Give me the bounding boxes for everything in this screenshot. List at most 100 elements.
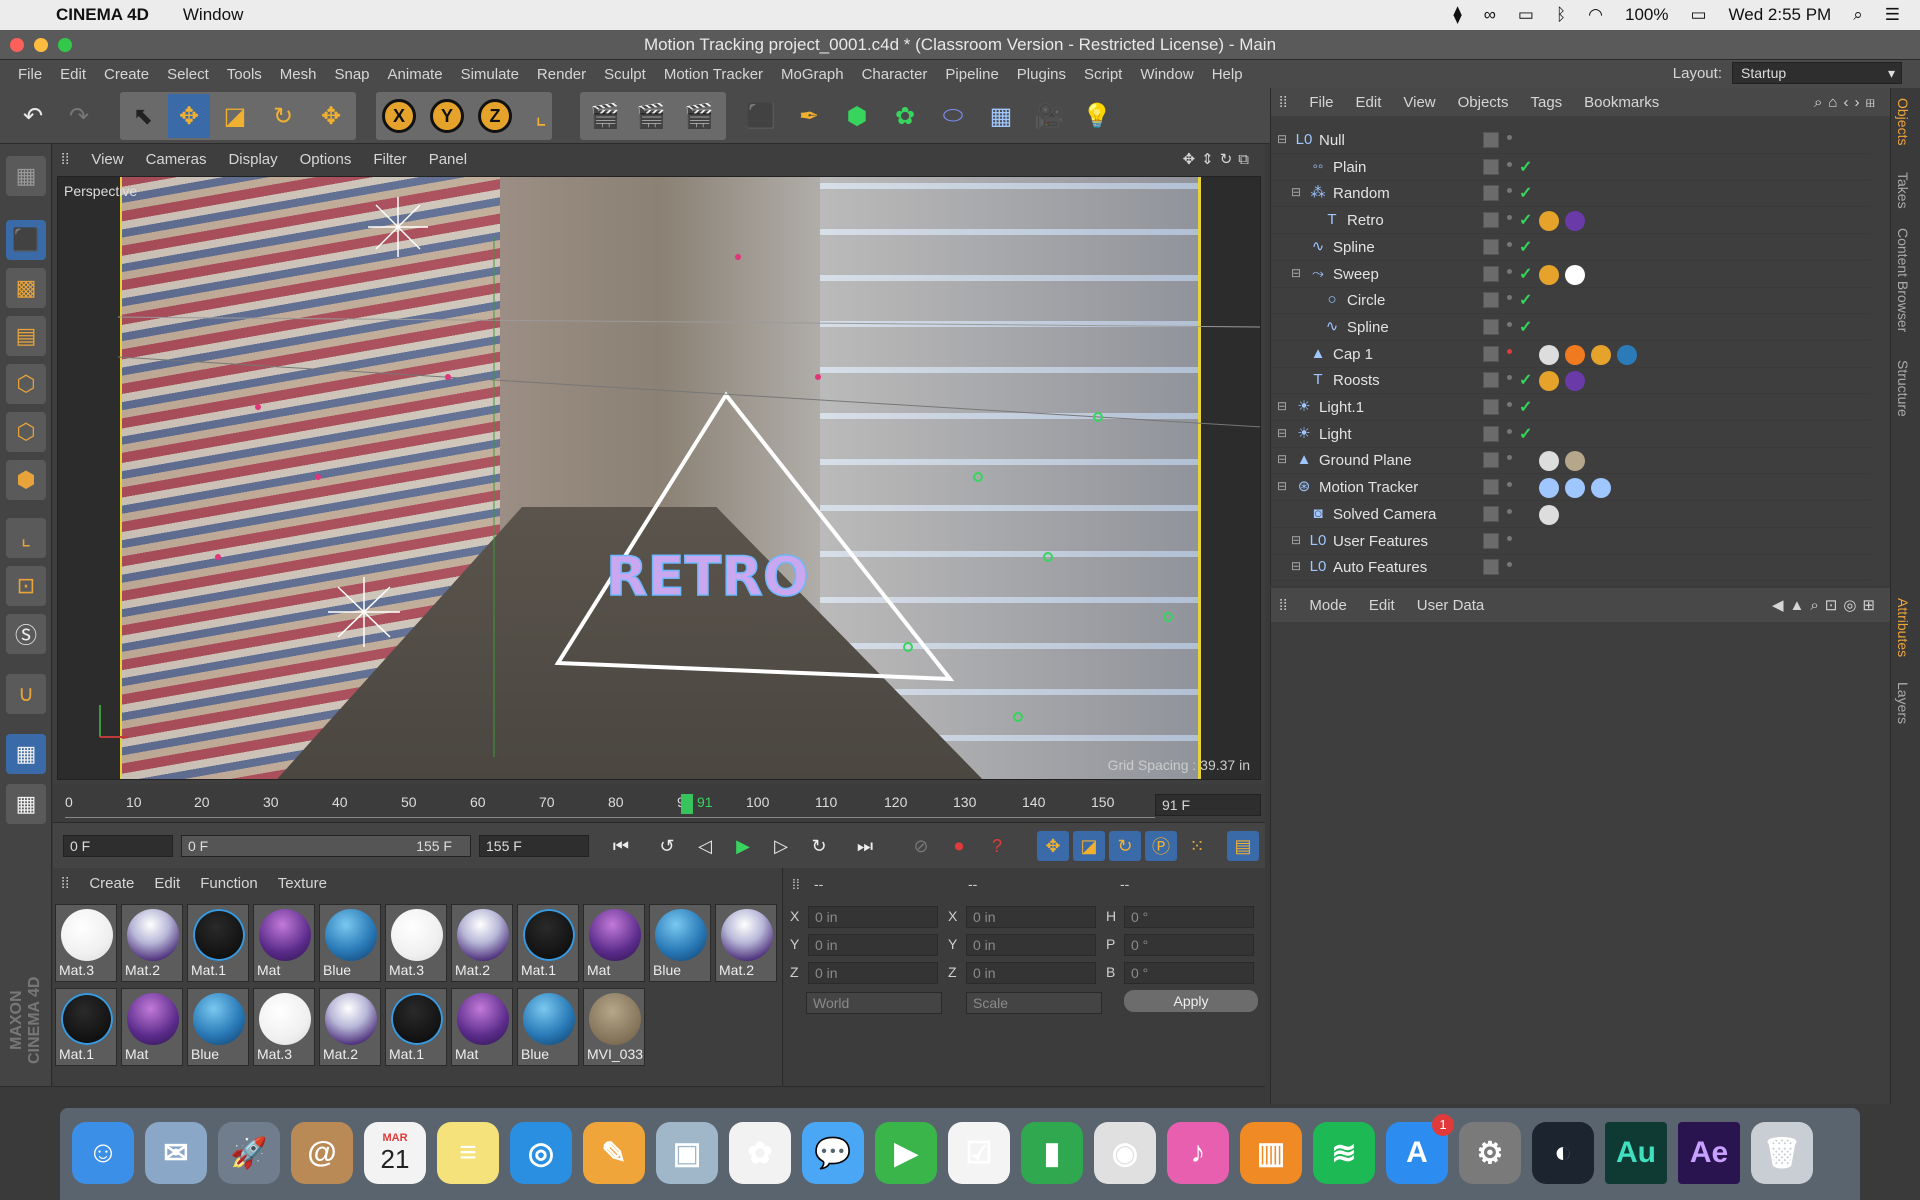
app-menu[interactable]: CINEMA 4D [56, 5, 149, 25]
visibility-dot[interactable] [1507, 348, 1512, 354]
object-row[interactable]: T Roosts ✓ [1271, 368, 1871, 395]
object-row[interactable]: ⊟ ⤳ Sweep ✓ [1271, 262, 1871, 288]
menu-mesh[interactable]: Mesh [280, 66, 317, 83]
viewport-menu-cameras[interactable]: Cameras [146, 151, 207, 168]
object-row[interactable]: ⊟ L0 Null [1271, 128, 1871, 154]
menu-pipeline[interactable]: Pipeline [945, 66, 998, 83]
subdivision-icon[interactable]: ⬢ [836, 94, 878, 138]
tag-icon[interactable] [1565, 264, 1585, 285]
clock[interactable]: Wed 2:55 PM [1729, 5, 1832, 25]
visibility-dot[interactable] [1507, 241, 1512, 247]
x-axis-lock-icon[interactable]: X [378, 94, 420, 138]
tag-icon[interactable] [1565, 211, 1585, 232]
visibility-dot[interactable] [1507, 135, 1512, 140]
preview-range-slider[interactable]: 0 F 155 F [181, 835, 471, 857]
tab-attributes[interactable]: Attributes [1895, 598, 1911, 657]
object-row[interactable]: ⊟ ☀ Light ✓ [1271, 422, 1871, 448]
object-row[interactable]: ◙ Solved Camera [1271, 502, 1871, 528]
play-icon[interactable]: ▶ [727, 831, 759, 861]
menu-edit[interactable]: Edit [60, 66, 86, 83]
playhead[interactable] [681, 794, 693, 814]
layer-color-swatch[interactable] [1483, 532, 1499, 549]
attribute-menu-mode[interactable]: Mode [1309, 597, 1347, 614]
material-swatch[interactable]: Mat.1 [55, 988, 117, 1066]
coord-system-dropdown[interactable]: World [806, 992, 942, 1014]
object-row[interactable]: ⊟ L0 User Features [1271, 529, 1871, 555]
zoom-window-button[interactable] [58, 38, 72, 52]
material-swatch[interactable]: Mat [451, 988, 513, 1066]
axis-mode-icon[interactable]: ⌞ [6, 518, 46, 558]
menu-tools[interactable]: Tools [227, 66, 262, 83]
airplay-icon[interactable]: ▭ [1518, 5, 1534, 25]
material-swatch[interactable]: Mat.3 [55, 904, 117, 982]
undo-icon[interactable]: ↶ [12, 94, 54, 138]
object-menu-view[interactable]: View [1403, 94, 1435, 111]
move-tool-icon[interactable]: ✥ [168, 94, 210, 138]
material-swatch[interactable]: Mat.2 [451, 904, 513, 982]
dock-app-notes[interactable]: ≡ [437, 1122, 499, 1184]
dock-app-pages[interactable]: ✎ [583, 1122, 645, 1184]
key-position-icon[interactable]: ✥ [1037, 831, 1069, 861]
tab-content-browser[interactable]: Content Browser [1895, 228, 1911, 332]
layer-color-swatch[interactable] [1483, 185, 1499, 202]
spotlight-icon[interactable]: ⌕ [1853, 5, 1863, 25]
layer-color-swatch[interactable] [1483, 292, 1499, 309]
rotate-tool-icon[interactable]: ↻ [262, 94, 304, 138]
material-swatch[interactable]: Mat.2 [715, 904, 777, 982]
tag-icon[interactable] [1539, 451, 1559, 472]
material-swatch[interactable]: Blue [649, 904, 711, 982]
attribute-menu-edit[interactable]: Edit [1369, 597, 1395, 614]
dock-app-itunes[interactable]: ♪ [1167, 1122, 1229, 1184]
expand-toggle-icon[interactable]: ⊟ [1277, 452, 1287, 466]
drag-handle-icon[interactable]: ⁞⁞ [61, 875, 69, 892]
make-editable-icon[interactable]: ▦ [6, 156, 46, 196]
object-menu-tags[interactable]: Tags [1530, 94, 1562, 111]
tag-icon[interactable] [1591, 344, 1611, 365]
layer-color-swatch[interactable] [1483, 318, 1499, 335]
menu-help[interactable]: Help [1212, 66, 1243, 83]
model-mode-icon[interactable]: ⬛ [6, 220, 46, 260]
viewport-menu-view[interactable]: View [91, 151, 123, 168]
object-manager-nav-icons[interactable]: ⌕⌂‹›⊞ [1814, 94, 1881, 111]
object-row[interactable]: ⊟ ⊛ Motion Tracker [1271, 475, 1871, 502]
dock-app-after-effects[interactable]: Ae [1678, 1122, 1740, 1184]
dock-app-system-preferences[interactable]: ⚙ [1459, 1122, 1521, 1184]
edges-mode-icon[interactable]: ⬡ [6, 412, 46, 452]
tag-icon[interactable] [1539, 504, 1559, 525]
mac-menu-window[interactable]: Window [183, 5, 243, 25]
material-swatch[interactable]: Mat [583, 904, 645, 982]
layer-color-swatch[interactable] [1483, 238, 1499, 255]
expand-toggle-icon[interactable]: ⊟ [1291, 266, 1301, 280]
position-x-field[interactable]: 0 in [808, 906, 938, 928]
material-swatch[interactable]: Mat.1 [385, 988, 447, 1066]
visibility-dot[interactable] [1507, 482, 1512, 488]
object-row[interactable]: ∿ Spline ✓ [1271, 235, 1871, 261]
tweak-mode-icon[interactable]: ⊡ [6, 566, 46, 606]
visibility-dot[interactable] [1507, 161, 1512, 167]
material-swatch[interactable]: Mat.2 [121, 904, 183, 982]
current-frame-field[interactable]: 91 F [1155, 794, 1261, 816]
dock-app-audition[interactable]: Au [1605, 1122, 1667, 1184]
object-row[interactable]: ◦◦ Plain ✓ [1271, 155, 1871, 181]
enabled-check-icon[interactable]: ✓ [1519, 370, 1532, 390]
key-scale-icon[interactable]: ◪ [1073, 831, 1105, 861]
dock-app-messages[interactable]: 💬 [802, 1122, 864, 1184]
scale-tool-icon[interactable]: ◪ [214, 94, 256, 138]
object-row[interactable]: ○ Circle ✓ [1271, 288, 1871, 315]
coord-scale-dropdown[interactable]: Scale [966, 992, 1102, 1014]
drag-handle-icon[interactable]: ⁞⁞ [792, 876, 800, 892]
menu-select[interactable]: Select [167, 66, 209, 83]
material-swatch[interactable]: Mat.2 [319, 988, 381, 1066]
minimize-window-button[interactable] [34, 38, 48, 52]
material-swatch[interactable]: Mat.3 [253, 988, 315, 1066]
drag-handle-icon[interactable]: ⁞⁞ [1279, 94, 1287, 111]
y-axis-lock-icon[interactable]: Y [426, 94, 468, 138]
dock-app-photos[interactable]: ✿ [729, 1122, 791, 1184]
dock-app-calendar[interactable]: MAR 21 [364, 1122, 426, 1184]
visibility-dot[interactable] [1507, 455, 1512, 461]
menu-mograph[interactable]: MoGraph [781, 66, 844, 83]
material-swatch[interactable]: Blue [319, 904, 381, 982]
visibility-dot[interactable] [1507, 562, 1512, 568]
viewport-nav-icons[interactable]: ✥⇕↻⧉ [1183, 150, 1255, 168]
floor-icon[interactable]: ▦ [980, 94, 1022, 138]
